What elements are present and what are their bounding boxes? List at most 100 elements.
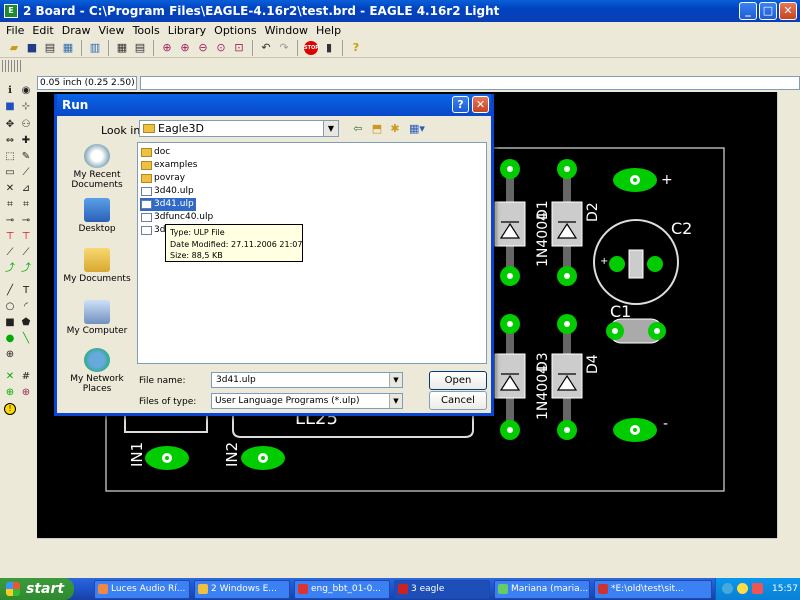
menu-file[interactable]: File bbox=[2, 24, 28, 37]
erc-icon[interactable]: ⊕ bbox=[19, 386, 33, 400]
group-icon[interactable]: ⬚ bbox=[3, 150, 17, 164]
polygon-icon[interactable]: ⬟ bbox=[19, 316, 33, 330]
autoroute-icon[interactable]: ⤴ bbox=[19, 262, 33, 276]
redo-icon[interactable]: ↷ bbox=[276, 40, 292, 56]
file-name-input[interactable]: 3d41.ulp ▼ bbox=[211, 372, 403, 388]
stop-icon[interactable]: STOP bbox=[303, 40, 319, 56]
place-desktop[interactable]: Desktop bbox=[61, 198, 133, 234]
taskbar-item[interactable]: Luces Audio Rí... bbox=[94, 580, 190, 599]
menu-draw[interactable]: Draw bbox=[58, 24, 95, 37]
copy-icon[interactable]: ⚇ bbox=[19, 118, 33, 132]
add-icon[interactable]: ⊿ bbox=[19, 182, 33, 196]
horizontal-scrollbar[interactable] bbox=[37, 538, 777, 552]
miter-icon[interactable]: ⊸ bbox=[19, 214, 33, 228]
menu-window[interactable]: Window bbox=[261, 24, 312, 37]
cancel-button[interactable]: Cancel bbox=[429, 391, 487, 410]
hole-icon[interactable]: ⊕ bbox=[3, 348, 17, 362]
files-of-type-select[interactable]: User Language Programs (*.ulp) ▼ bbox=[211, 393, 403, 409]
taskbar-item[interactable]: *E:\old\test\sit... bbox=[594, 580, 712, 599]
name-icon[interactable]: ⌗ bbox=[3, 198, 17, 212]
look-in-select[interactable]: Eagle3D ▼ bbox=[139, 120, 339, 137]
vertical-scrollbar[interactable] bbox=[777, 92, 794, 538]
place-recent[interactable]: My Recent Documents bbox=[61, 144, 133, 190]
network-tray-icon[interactable] bbox=[722, 583, 733, 594]
maximize-button[interactable]: □ bbox=[759, 2, 777, 20]
via-icon[interactable]: ● bbox=[3, 332, 17, 346]
list-item-selected[interactable]: 3d41.ulp bbox=[140, 198, 196, 211]
list-item[interactable]: 3d40.ulp bbox=[140, 185, 196, 198]
grid-icon[interactable]: # bbox=[19, 370, 33, 384]
pad-icon[interactable]: ╲ bbox=[19, 332, 33, 346]
new-folder-icon[interactable]: ✱ bbox=[387, 121, 403, 137]
taskbar-item[interactable]: Mariana (maria... bbox=[494, 580, 590, 599]
chevron-down-icon[interactable]: ▼ bbox=[323, 121, 338, 136]
info-icon[interactable]: ℹ bbox=[3, 84, 17, 98]
start-button[interactable]: start bbox=[0, 578, 74, 600]
display-icon[interactable]: ■ bbox=[3, 100, 17, 114]
list-item[interactable]: examples bbox=[140, 159, 199, 172]
minimize-button[interactable]: _ bbox=[739, 2, 757, 20]
messenger-tray-icon[interactable] bbox=[737, 583, 748, 594]
menu-edit[interactable]: Edit bbox=[28, 24, 57, 37]
signal-icon[interactable]: ⤴ bbox=[3, 262, 17, 276]
zoom-out-icon[interactable]: ⊖ bbox=[195, 40, 211, 56]
menu-options[interactable]: Options bbox=[210, 24, 260, 37]
chevron-down-icon[interactable]: ▼ bbox=[389, 394, 402, 408]
view-menu-icon[interactable]: ▦▾ bbox=[405, 121, 429, 137]
text-icon[interactable]: T bbox=[19, 284, 33, 298]
cut-icon[interactable]: ✕ bbox=[3, 182, 17, 196]
library-icon[interactable]: ▦ bbox=[114, 40, 130, 56]
drc-icon[interactable]: ⊕ bbox=[3, 386, 17, 400]
rotate-icon[interactable]: ✚ bbox=[19, 134, 33, 148]
route-icon[interactable]: ⟋ bbox=[3, 246, 17, 260]
delete-icon[interactable]: ⟋ bbox=[19, 166, 33, 180]
layer-icon[interactable]: ▥ bbox=[87, 40, 103, 56]
security-tray-icon[interactable] bbox=[752, 583, 763, 594]
menu-view[interactable]: View bbox=[94, 24, 128, 37]
ratsnest-icon[interactable]: ✕ bbox=[3, 370, 17, 384]
chevron-down-icon[interactable]: ▼ bbox=[389, 373, 402, 387]
ulp-icon[interactable]: ▤ bbox=[132, 40, 148, 56]
smash-icon[interactable]: ⊸ bbox=[3, 214, 17, 228]
command-line-input[interactable] bbox=[140, 76, 800, 90]
zoom-in-icon[interactable]: ⊕ bbox=[177, 40, 193, 56]
wire-icon[interactable]: ╱ bbox=[3, 284, 17, 298]
taskbar-item[interactable]: 2 Windows E... bbox=[194, 580, 290, 599]
circle-icon[interactable]: ○ bbox=[3, 300, 17, 314]
taskbar-item-active[interactable]: 3 eagle bbox=[394, 580, 490, 599]
mirror-icon[interactable]: ⇔ bbox=[3, 134, 17, 148]
close-button[interactable]: ✕ bbox=[779, 2, 797, 20]
dialog-close-button[interactable]: ✕ bbox=[472, 96, 489, 113]
place-my-documents[interactable]: My Documents bbox=[61, 248, 133, 284]
show-icon[interactable]: ◉ bbox=[19, 84, 33, 98]
menu-help[interactable]: Help bbox=[312, 24, 345, 37]
list-item[interactable]: 3dfunc40.ulp bbox=[140, 211, 215, 224]
back-icon[interactable]: ⇦ bbox=[350, 121, 366, 137]
list-item[interactable]: doc bbox=[140, 146, 172, 159]
place-my-computer[interactable]: My Computer bbox=[61, 300, 133, 336]
change-icon[interactable]: ✎ bbox=[19, 150, 33, 164]
value-icon[interactable]: ⌗ bbox=[19, 198, 33, 212]
mark-icon[interactable]: ⊹ bbox=[19, 100, 33, 114]
move-icon[interactable]: ✥ bbox=[3, 118, 17, 132]
open-button[interactable]: Open bbox=[429, 371, 487, 390]
print-icon[interactable]: ▤ bbox=[42, 40, 58, 56]
zoom-fit-icon[interactable]: ⊕ bbox=[159, 40, 175, 56]
cam-icon[interactable]: ▦ bbox=[60, 40, 76, 56]
open-folder-icon[interactable]: ▰ bbox=[6, 40, 22, 56]
up-folder-icon[interactable]: ⬒ bbox=[369, 121, 385, 137]
list-item[interactable]: povray bbox=[140, 172, 187, 185]
menu-library[interactable]: Library bbox=[164, 24, 210, 37]
redraw-icon[interactable]: ⊙ bbox=[213, 40, 229, 56]
ripup-icon[interactable]: ⟋ bbox=[19, 246, 33, 260]
zoom-select-icon[interactable]: ⊡ bbox=[231, 40, 247, 56]
help-icon[interactable]: ? bbox=[348, 40, 364, 56]
save-icon[interactable]: ■ bbox=[24, 40, 40, 56]
menu-tools[interactable]: Tools bbox=[129, 24, 164, 37]
optimize-icon[interactable]: ⊤ bbox=[19, 230, 33, 244]
undo-icon[interactable]: ↶ bbox=[258, 40, 274, 56]
split-icon[interactable]: ⊤ bbox=[3, 230, 17, 244]
paste-icon[interactable]: ▭ bbox=[3, 166, 17, 180]
dialog-help-button[interactable]: ? bbox=[452, 96, 469, 113]
go-icon[interactable]: ▮ bbox=[321, 40, 337, 56]
